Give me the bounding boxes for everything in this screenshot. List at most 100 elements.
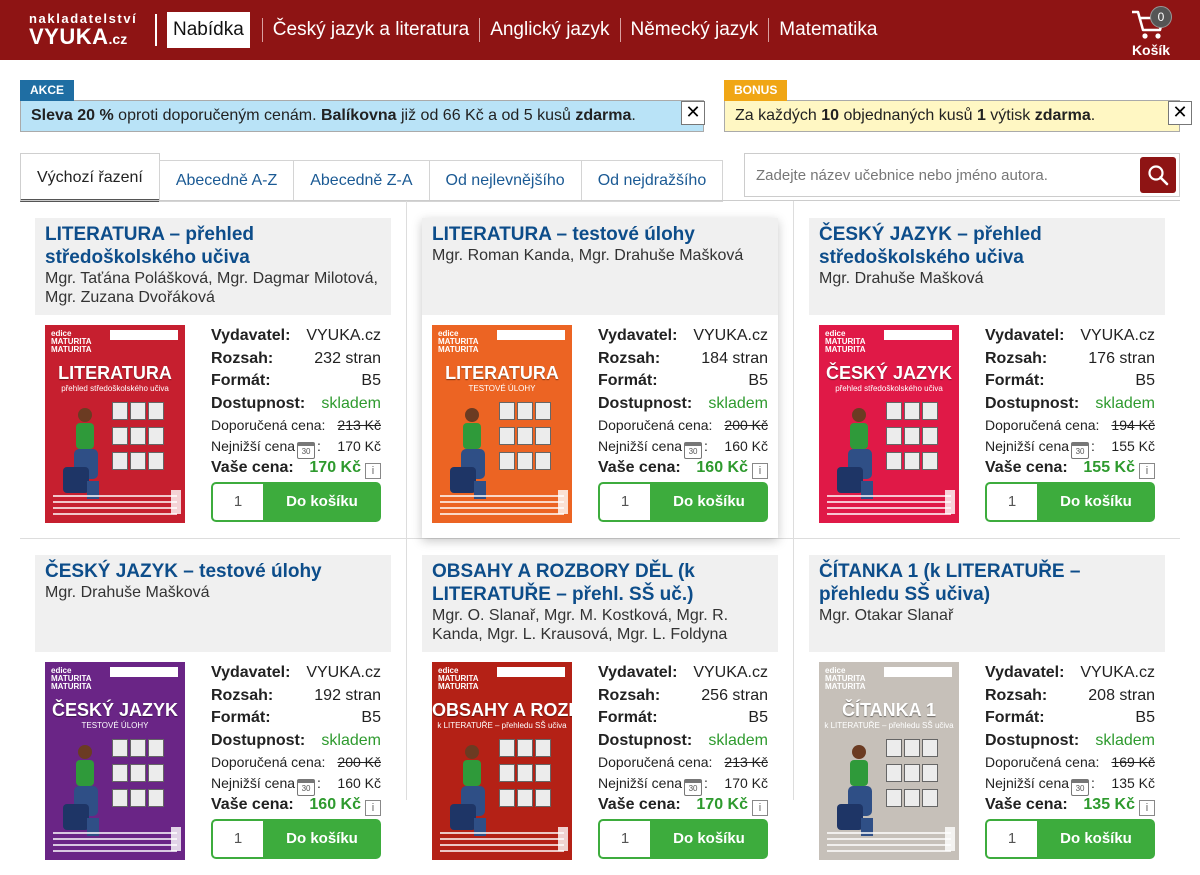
sort-tabs: Výchozí řazení Abecedně A-Z Abecedně Z-A…: [20, 153, 724, 202]
product-title[interactable]: LITERATURA – přehled středoškolského uči…: [45, 223, 381, 269]
your-price-value: 170 Kč: [309, 459, 361, 476]
format-value: B5: [361, 709, 381, 726]
book-cover-image[interactable]: edice MATURITA MATURITA LITERATURA TESTOVÉ Ú…: [432, 325, 572, 523]
cover-ribbon: [884, 330, 952, 340]
your-price-value: 160 Kč: [309, 796, 361, 813]
book-cover-image[interactable]: edice MATURITA MATURITA LITERATURA přehled s…: [45, 325, 185, 523]
nav-item-anglicky-jazyk[interactable]: Anglický jazyk: [480, 12, 619, 48]
tabs-underline: [20, 200, 1180, 201]
info-icon[interactable]: i: [752, 800, 768, 816]
cover-edition-logo: edice MATURITA MATURITA: [51, 329, 92, 354]
pages-value: 256 stran: [701, 686, 768, 704]
main-nav: Nabídka Český jazyk a literatura Anglick…: [167, 12, 887, 48]
tab-sort-most-expensive[interactable]: Od nejdražšího: [580, 160, 724, 202]
nav-item-cesky-jazyk[interactable]: Český jazyk a literatura: [263, 12, 479, 48]
quantity-input[interactable]: 1: [598, 819, 650, 859]
notice-text: Za každých 10 objednaných kusů 1 výtisk …: [735, 107, 1096, 124]
cover-bullet-lines: [827, 491, 951, 515]
product-details: Vydavatel: VYUKA.cz Rozsah: 208 stran Formát…: [985, 662, 1155, 817]
quantity-input[interactable]: 1: [985, 819, 1037, 859]
recommended-price-row: Doporučená cena: 194 Kč: [985, 415, 1155, 436]
cover-edition-logo: edice MATURITA MATURITA: [51, 666, 92, 691]
book-cover-image[interactable]: edice MATURITA MATURITA ČESKÝ JAZYK TESTOVÉ …: [45, 662, 185, 860]
site-logo[interactable]: nakladatelství VYUKA.cz: [29, 12, 141, 50]
product-title[interactable]: ČÍTANKA 1 (k LITERATUŘE – přehledu SŠ uč…: [819, 560, 1155, 606]
product-authors: Mgr. Drahuše Mašková: [45, 584, 210, 601]
your-price-row: Vaše cena: 170 Kč i: [598, 794, 768, 817]
recommended-price-value: 194 Kč: [1111, 417, 1155, 433]
availability-row: Dostupnost: skladem: [985, 393, 1155, 416]
product-title[interactable]: ČESKÝ JAZYK – přehled středoškolského uč…: [819, 223, 1155, 269]
product-title[interactable]: OBSAHY A ROZBORY DĚL (k LITERATUŘE – pře…: [432, 560, 768, 606]
product-card[interactable]: ČÍTANKA 1 (k LITERATUŘE – přehledu SŠ uč…: [809, 555, 1165, 875]
tab-sort-z-a[interactable]: Abecedně Z-A: [293, 160, 430, 202]
cover-title: ČÍTANKA 1: [842, 700, 936, 720]
nav-item-matematika[interactable]: Matematika: [769, 12, 887, 48]
notice-text: Sleva 20 % oproti doporučeným cenám. Bal…: [31, 107, 636, 124]
product-card[interactable]: ČESKÝ JAZYK – přehled středoškolského uč…: [809, 218, 1165, 538]
add-to-cart-button[interactable]: Do košíku: [1037, 482, 1155, 522]
add-to-cart-button[interactable]: Do košíku: [1037, 819, 1155, 859]
info-icon[interactable]: i: [752, 463, 768, 479]
publisher-value: VYUKA.cz: [693, 664, 768, 681]
product-card[interactable]: OBSAHY A ROZBORY DĚL (k LITERATUŘE – pře…: [422, 555, 778, 875]
lowest-price-row: Nejnižší cena 30:135 Kč: [985, 773, 1155, 796]
publisher-row: Vydavatel: VYUKA.cz: [598, 325, 768, 348]
product-header: OBSAHY A ROZBORY DĚL (k LITERATUŘE – pře…: [422, 555, 778, 652]
nav-item-nemecky-jazyk[interactable]: Německý jazyk: [621, 12, 769, 48]
book-cover-image[interactable]: edice MATURITA MATURITA ČÍTANKA 1k LITERATU…: [819, 662, 959, 860]
calendar-icon: 30: [297, 778, 316, 796]
info-icon[interactable]: i: [365, 463, 381, 479]
close-notice-button[interactable]: ✕: [1168, 101, 1192, 125]
availability-row: Dostupnost: skladem: [985, 730, 1155, 753]
cover-subtitle: přehled středoškolského učiva: [835, 384, 943, 393]
cover-portraits: [498, 401, 568, 476]
tab-sort-a-z[interactable]: Abecedně A-Z: [158, 160, 295, 202]
pages-value: 192 stran: [314, 686, 381, 704]
cart-button[interactable]: 0 Košík: [1126, 4, 1176, 58]
quantity-input[interactable]: 1: [211, 819, 263, 859]
info-icon[interactable]: i: [1139, 800, 1155, 816]
product-title[interactable]: LITERATURA – testové úlohy: [432, 223, 768, 246]
publisher-value: VYUKA.cz: [1080, 327, 1155, 344]
close-notice-button[interactable]: ✕: [681, 101, 705, 125]
cover-title: LITERATURA: [58, 363, 172, 383]
search-input[interactable]: [746, 155, 1140, 195]
lowest-price-row: Nejnižší cena 30:160 Kč: [598, 436, 768, 459]
cover-edition-logo: edice MATURITA MATURITA: [825, 329, 866, 354]
book-cover-image[interactable]: edice MATURITA MATURITA ČESKÝ JAZYK přehled …: [819, 325, 959, 523]
product-card[interactable]: ČESKÝ JAZYK – testové úlohy Mgr. Drahuše …: [35, 555, 391, 875]
book-cover-image[interactable]: ediceMATURITAMATURITA OBSAHY A ROZBORY DĚ…: [432, 662, 572, 860]
product-card[interactable]: LITERATURA – testové úlohy Mgr. Roman Kan…: [422, 218, 778, 538]
info-icon[interactable]: i: [1139, 463, 1155, 479]
promo-notice-akce: AKCE Sleva 20 % oproti doporučeným cenám…: [20, 80, 705, 132]
quantity-input[interactable]: 1: [598, 482, 650, 522]
product-title[interactable]: ČESKÝ JAZYK – testové úlohy: [45, 560, 381, 583]
format-row: Formát: B5: [211, 707, 381, 730]
publisher-row: Vydavatel: VYUKA.cz: [985, 662, 1155, 685]
tab-default-sort[interactable]: Výchozí řazení: [20, 153, 160, 202]
add-to-cart-button[interactable]: Do košíku: [650, 819, 768, 859]
availability-value: skladem: [321, 394, 381, 412]
product-authors: Mgr. Roman Kanda, Mgr. Drahuše Mašková: [432, 247, 744, 264]
product-card[interactable]: LITERATURA – přehled středoškolského uči…: [35, 218, 391, 538]
logo-brand-text: VYUKA.cz: [29, 24, 128, 49]
cover-portraits: [885, 401, 955, 476]
add-to-cart-button[interactable]: Do košíku: [263, 482, 381, 522]
cover-publisher-mark: [558, 827, 568, 851]
quantity-input[interactable]: 1: [211, 482, 263, 522]
product-details: Vydavatel: VYUKA.cz Rozsah: 256 stran Formát…: [598, 662, 768, 817]
nav-item-nabidka[interactable]: Nabídka: [167, 12, 250, 48]
add-to-cart-group: 1 Do košíku: [211, 482, 381, 522]
format-row: Formát: B5: [985, 370, 1155, 393]
tab-sort-cheapest[interactable]: Od nejlevnějšího: [428, 160, 582, 202]
quantity-input[interactable]: 1: [985, 482, 1037, 522]
format-row: Formát: B5: [598, 370, 768, 393]
cover-portraits: [111, 738, 181, 813]
lowest-price-row: Nejnižší cena 30:170 Kč: [598, 773, 768, 796]
add-to-cart-button[interactable]: Do košíku: [650, 482, 768, 522]
info-icon[interactable]: i: [365, 800, 381, 816]
search-button[interactable]: [1140, 157, 1176, 193]
add-to-cart-button[interactable]: Do košíku: [263, 819, 381, 859]
availability-value: skladem: [1095, 731, 1155, 749]
